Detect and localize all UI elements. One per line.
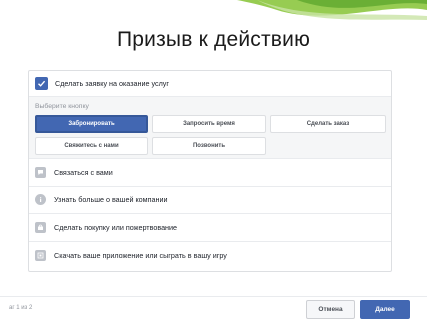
slide-title: Призыв к действию [116, 28, 311, 51]
cta-panel: Сделать заявку на оказание услуг Выберит… [28, 70, 392, 272]
list-item-label: Скачать ваше приложение или сыграть в ва… [54, 250, 227, 260]
list-item-contact[interactable]: Связаться с вами [29, 159, 391, 187]
chat-bubble-icon [35, 166, 46, 178]
app-download-icon [35, 249, 46, 261]
button-chooser: Выберите кнопку Забронировать Запросить … [29, 97, 391, 159]
request-time-button[interactable]: Запросить время [152, 115, 266, 133]
shopping-bag-icon [35, 221, 46, 233]
request-service-option[interactable]: Сделать заявку на оказание услуг [29, 71, 391, 97]
list-item-label: Узнать больше о вашей компании [54, 195, 168, 205]
list-item-learn-more[interactable]: Узнать больше о вашей компании [29, 187, 391, 214]
cancel-button[interactable]: Отмена [306, 300, 355, 319]
list-item-purchase[interactable]: Сделать покупку или пожертвование [29, 214, 391, 242]
list-item-download-app[interactable]: Скачать ваше приложение или сыграть в ва… [29, 242, 391, 270]
book-button[interactable]: Забронировать [35, 115, 148, 133]
next-button[interactable]: Далее [360, 300, 410, 319]
contact-us-button[interactable]: Свяжитесь с нами [35, 137, 148, 155]
list-item-label: Сделать покупку или пожертвование [54, 222, 178, 232]
request-service-label: Сделать заявку на оказание услуг [55, 79, 169, 88]
call-button[interactable]: Позвонить [152, 137, 266, 155]
step-indicator: аг 1 из 2 [9, 305, 33, 311]
list-item-label: Связаться с вами [54, 167, 113, 177]
place-order-button[interactable]: Сделать заказ [270, 115, 386, 133]
choose-button-label: Выберите кнопку [35, 103, 89, 110]
checkbox-checked-icon[interactable] [35, 77, 48, 90]
info-icon [35, 194, 46, 206]
decorative-swoosh [237, 0, 427, 26]
footer-divider [0, 296, 427, 297]
